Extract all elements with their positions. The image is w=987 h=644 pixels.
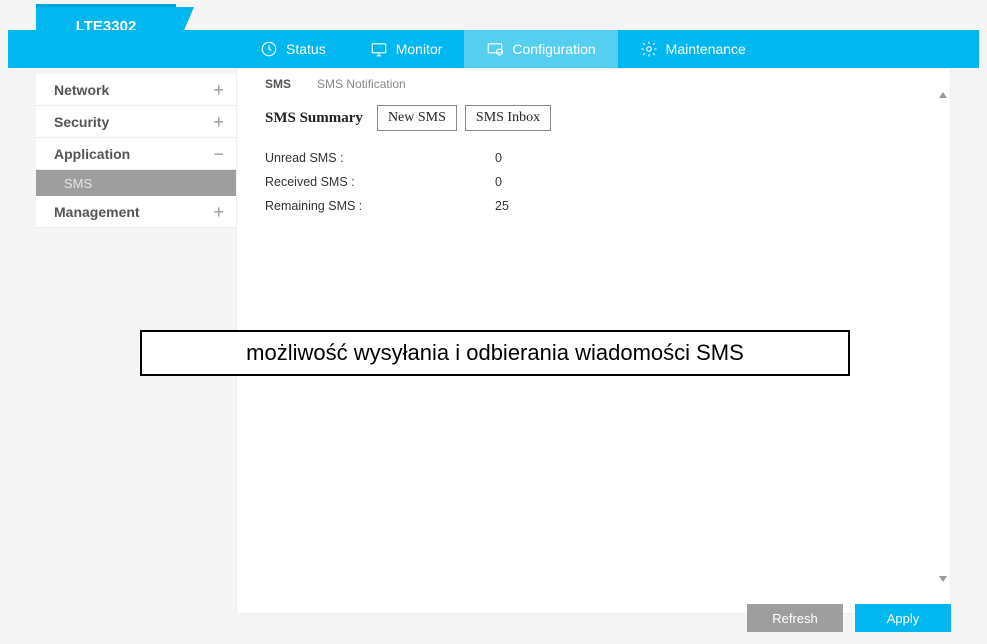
stat-row-unread: Unread SMS : 0 [265,151,922,165]
sms-inbox-button[interactable]: SMS Inbox [465,105,551,131]
tab-sms[interactable]: SMS [265,77,291,91]
apply-button[interactable]: Apply [855,604,951,632]
scroll-down-icon[interactable] [939,576,947,582]
stat-value: 0 [495,151,502,165]
configuration-icon [486,40,504,58]
refresh-button[interactable]: Refresh [747,604,843,632]
expand-icon: + [213,81,224,99]
stat-value: 0 [495,175,502,189]
sidebar-subitem-sms[interactable]: SMS [36,170,236,196]
sidebar-sub-label: SMS [64,176,92,191]
collapse-icon: − [213,145,224,163]
nav-status-label: Status [286,41,326,57]
stat-row-received: Received SMS : 0 [265,175,922,189]
annotation-overlay: możliwość wysyłania i odbierania wiadomo… [140,330,850,376]
scrollbar[interactable] [939,92,947,582]
sidebar-item-network[interactable]: Network + [36,74,236,106]
monitor-icon [370,40,388,58]
nav-maintenance[interactable]: Maintenance [618,30,768,68]
nav-configuration-label: Configuration [512,41,595,57]
content-tabs: SMS SMS Notification [237,69,950,95]
scroll-up-icon[interactable] [939,92,947,98]
sidebar-item-security[interactable]: Security + [36,106,236,138]
gear-icon [640,40,658,58]
nav-maintenance-label: Maintenance [666,41,746,57]
stat-label: Remaining SMS : [265,199,495,213]
sidebar-item-application[interactable]: Application − [36,138,236,170]
nav-monitor-label: Monitor [396,41,443,57]
nav-status[interactable]: Status [238,30,348,68]
sidebar-label-application: Application [54,146,130,162]
heading-row: SMS Summary New SMS SMS Inbox [237,95,950,137]
footer-actions: Refresh Apply [747,604,951,632]
sidebar-label-network: Network [54,82,109,98]
stats-block: Unread SMS : 0 Received SMS : 0 Remainin… [237,137,950,237]
sidebar-item-management[interactable]: Management + [36,196,236,228]
annotation-text: możliwość wysyłania i odbierania wiadomo… [246,340,744,365]
nav-configuration[interactable]: Configuration [464,30,617,68]
expand-icon: + [213,113,224,131]
stat-label: Unread SMS : [265,151,495,165]
tab-sms-notification[interactable]: SMS Notification [317,77,406,91]
stat-value: 25 [495,199,509,213]
stat-row-remaining: Remaining SMS : 25 [265,199,922,213]
new-sms-button[interactable]: New SMS [377,105,457,131]
sidebar-label-security: Security [54,114,109,130]
nav-monitor[interactable]: Monitor [348,30,465,68]
top-nav: Status Monitor Configuration Maintenance [8,30,979,68]
section-heading: SMS Summary [265,110,363,127]
status-icon [260,40,278,58]
stat-label: Received SMS : [265,175,495,189]
sidebar-label-management: Management [54,204,140,220]
sidebar: Network + Security + Application − SMS M… [36,74,236,228]
expand-icon: + [213,203,224,221]
